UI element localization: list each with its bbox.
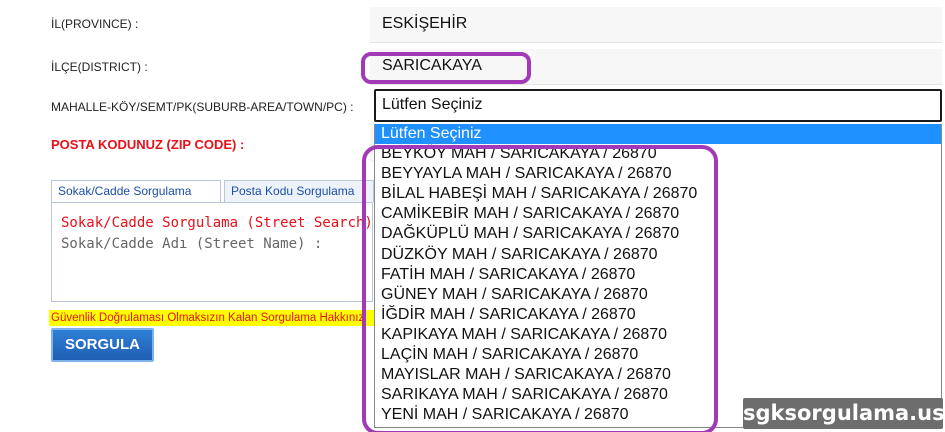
- dropdown-option-placeholder[interactable]: Lütfen Seçiniz: [375, 124, 941, 145]
- district-field[interactable]: SARICAKAYA: [370, 49, 942, 85]
- street-name-label: Sokak/Cadde Adı (Street Name) :: [61, 236, 323, 252]
- security-warning: Güvenlik Doğrulaması Olmaksızın Kalan So…: [49, 310, 374, 326]
- zip-label: POSTA KODUNUZ (ZIP CODE) :: [51, 137, 245, 152]
- dropdown-option[interactable]: CAMİKEBİR MAH / SARICAKAYA / 26870: [375, 204, 941, 224]
- street-search-panel: Sokak/Cadde Sorgulama (Street Search) So…: [51, 202, 373, 302]
- dropdown-option[interactable]: FATİH MAH / SARICAKAYA / 26870: [375, 265, 941, 285]
- tab-postcode-search[interactable]: Posta Kodu Sorgulama: [224, 180, 374, 202]
- province-field[interactable]: ESKİŞEHİR: [370, 7, 942, 43]
- dropdown-option[interactable]: İĞDİR MAH / SARICAKAYA / 26870: [375, 305, 941, 325]
- district-label: İLÇE(DISTRICT) :: [51, 60, 148, 74]
- query-button[interactable]: SORGULA: [51, 328, 154, 362]
- dropdown-option[interactable]: BİLAL HABEŞİ MAH / SARICAKAYA / 26870: [375, 184, 941, 204]
- suburb-label: MAHALLE-KÖY/SEMT/PK(SUBURB-AREA/TOWN/PC)…: [51, 100, 354, 114]
- dropdown-option[interactable]: DÜZKÖY MAH / SARICAKAYA / 26870: [375, 245, 941, 265]
- dropdown-option[interactable]: LAÇİN MAH / SARICAKAYA / 26870: [375, 345, 941, 365]
- panel-title: Sokak/Cadde Sorgulama (Street Search): [61, 215, 373, 231]
- suburb-select[interactable]: Lütfen Seçiniz: [374, 89, 942, 122]
- dropdown-option[interactable]: DAĞKÜPLÜ MAH / SARICAKAYA / 26870: [375, 224, 941, 244]
- dropdown-option[interactable]: GÜNEY MAH / SARICAKAYA / 26870: [375, 285, 941, 305]
- suburb-dropdown-list: Lütfen Seçiniz BEYKÖY MAH / SARICAKAYA / …: [374, 124, 942, 428]
- dropdown-option[interactable]: KAPIKAYA MAH / SARICAKAYA / 26870: [375, 325, 941, 345]
- province-label: İL(PROVINCE) :: [51, 17, 139, 31]
- dropdown-option[interactable]: MAYISLAR MAH / SARICAKAYA / 26870: [375, 365, 941, 385]
- dropdown-option[interactable]: BEYKÖY MAH / SARICAKAYA / 26870: [375, 144, 941, 164]
- dropdown-option[interactable]: BEYYAYLA MAH / SARICAKAYA / 26870: [375, 164, 941, 184]
- tab-street-search[interactable]: Sokak/Cadde Sorgulama: [51, 180, 221, 202]
- site-watermark: sgksorgulama.us: [743, 398, 945, 429]
